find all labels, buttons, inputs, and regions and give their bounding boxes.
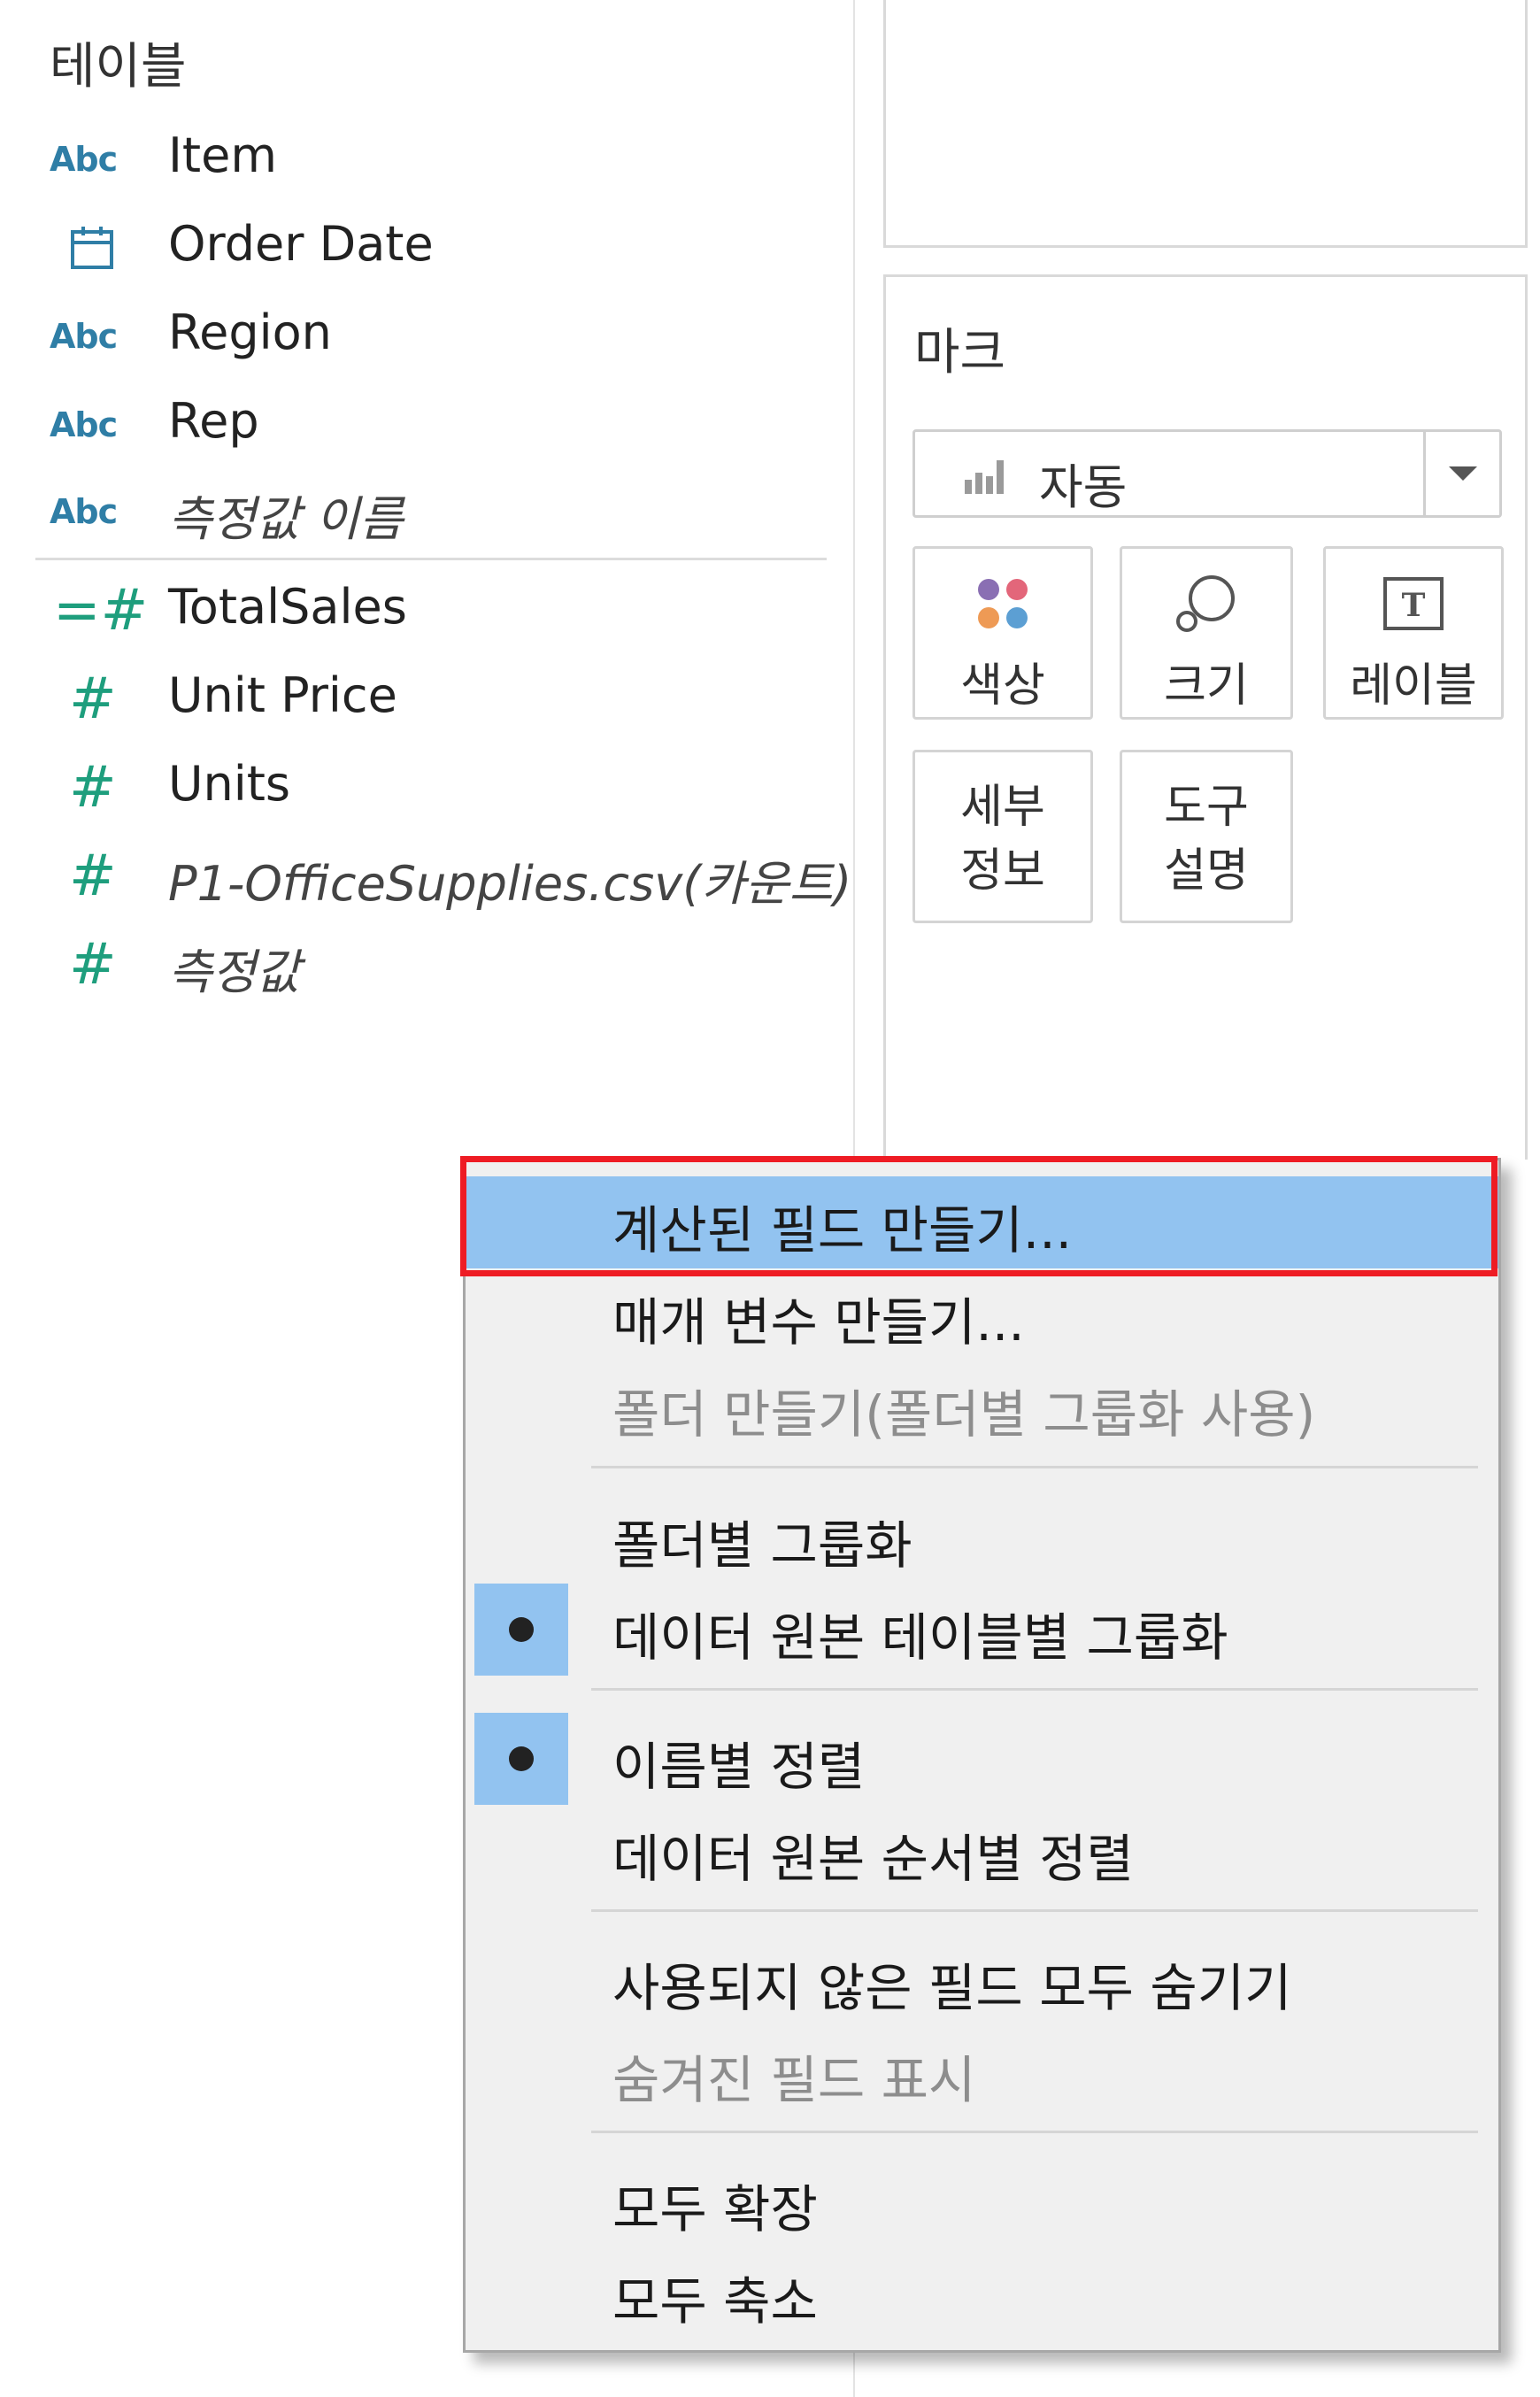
tooltip-button-label: 도구 설명: [1164, 781, 1249, 898]
field-label: Order Date: [168, 216, 434, 272]
field-label: Region: [168, 304, 332, 360]
svg-text:T: T: [1402, 587, 1426, 624]
menu-item-label: 이름별 정렬: [612, 1737, 866, 1797]
chevron-down-icon[interactable]: [1423, 432, 1499, 515]
menu-item-sort-by-data-source-order[interactable]: 데이터 원본 순서별 정렬: [466, 1805, 1498, 1897]
marks-card-title: 마크: [914, 324, 1006, 382]
field-label: 측정값 이름: [168, 491, 404, 547]
menu-item-collapse-all[interactable]: 모두 축소: [466, 2247, 1498, 2339]
menu-item-label: 계산된 필드 만들기...: [612, 1200, 1073, 1260]
field-label: TotalSales: [168, 579, 407, 635]
field-label: Rep: [168, 393, 259, 449]
menu-item-label: 폴더별 그룹화: [612, 1515, 912, 1576]
calendar-icon: [50, 204, 138, 292]
menu-item-label: 데이터 원본 테이블별 그룹화: [612, 1607, 1228, 1668]
field-measure-values[interactable]: # 측정값: [0, 921, 853, 1009]
mark-type-dropdown[interactable]: 자동: [912, 429, 1502, 518]
table-section-title: 테이블: [50, 38, 187, 96]
menu-separator: [591, 1909, 1478, 1912]
filters-card[interactable]: [883, 0, 1528, 248]
size-button[interactable]: 크기: [1120, 546, 1293, 720]
field-rep[interactable]: Abc Rep: [0, 381, 853, 469]
color-button-label: 색상: [960, 659, 1045, 713]
tooltip-button[interactable]: 도구 설명: [1120, 750, 1293, 923]
radio-selected-icon: [474, 1584, 568, 1676]
text-label-icon: T: [1326, 568, 1501, 639]
dimension-measure-divider: [35, 558, 827, 560]
field-label: P1-OfficeSupplies.csv(카운트): [168, 856, 852, 912]
size-icon: [1122, 568, 1290, 639]
field-record-count[interactable]: # P1-OfficeSupplies.csv(카운트): [0, 832, 853, 921]
menu-item-label: 데이터 원본 순서별 정렬: [612, 1829, 1134, 1889]
field-order-date[interactable]: Order Date: [0, 204, 853, 292]
field-measure-names[interactable]: Abc 측정값 이름: [0, 467, 853, 556]
marks-card: 마크 자동 색상 크기 T 레이블 세부 정보 도구 설명: [883, 274, 1528, 1160]
field-units[interactable]: # Units: [0, 744, 853, 832]
label-button-label: 레이블: [1350, 659, 1477, 713]
number-icon: #: [69, 755, 117, 821]
mark-type-label: 자동: [1039, 459, 1128, 515]
menu-separator: [591, 2131, 1478, 2133]
menu-item-label: 모두 확장: [612, 2179, 818, 2239]
menu-item-label: 사용되지 않은 필드 모두 숨기기: [612, 1958, 1292, 2018]
menu-item-create-folder: 폴더 만들기(폴더별 그룹화 사용): [466, 1360, 1498, 1453]
abc-string-icon: Abc: [50, 405, 118, 444]
field-region[interactable]: Abc Region: [0, 292, 853, 381]
bar-chart-icon: [965, 460, 1004, 494]
menu-item-label: 모두 축소: [612, 2271, 818, 2331]
field-label: Unit Price: [168, 667, 397, 723]
menu-item-label: 매개 변수 만들기...: [612, 1292, 1025, 1353]
field-label: Item: [168, 127, 277, 183]
menu-item-expand-all[interactable]: 모두 확장: [466, 2155, 1498, 2247]
color-button[interactable]: 색상: [912, 546, 1093, 720]
menu-item-hide-all-unused-fields[interactable]: 사용되지 않은 필드 모두 숨기기: [466, 1934, 1498, 2026]
calculated-number-icon: =#: [53, 578, 149, 644]
menu-item-create-parameter[interactable]: 매개 변수 만들기...: [466, 1268, 1498, 1360]
field-label: Units: [168, 756, 291, 812]
radio-selected-icon: [474, 1713, 568, 1805]
detail-button[interactable]: 세부 정보: [912, 750, 1093, 923]
number-icon: #: [69, 667, 117, 732]
menu-item-label: 숨겨진 필드 표시: [612, 2050, 976, 2110]
number-icon: #: [69, 932, 117, 998]
number-icon: #: [69, 844, 117, 909]
abc-string-icon: Abc: [50, 140, 118, 179]
menu-item-sort-by-name[interactable]: 이름별 정렬: [466, 1713, 1498, 1805]
menu-item-create-calculated-field[interactable]: 계산된 필드 만들기...: [466, 1176, 1498, 1268]
menu-item-group-by-data-source-table[interactable]: 데이터 원본 테이블별 그룹화: [466, 1584, 1498, 1676]
menu-item-label: 폴더 만들기(폴더별 그룹화 사용): [612, 1384, 1316, 1445]
menu-item-show-hidden-fields: 숨겨진 필드 표시: [466, 2026, 1498, 2118]
menu-item-group-by-folder[interactable]: 폴더별 그룹화: [466, 1491, 1498, 1584]
menu-separator: [591, 1688, 1478, 1691]
size-button-label: 크기: [1164, 659, 1249, 713]
context-menu: 계산된 필드 만들기... 매개 변수 만들기... 폴더 만들기(폴더별 그룹…: [463, 1158, 1501, 2353]
field-unit-price[interactable]: # Unit Price: [0, 655, 853, 744]
abc-string-icon: Abc: [50, 492, 118, 531]
field-totalsales[interactable]: =# TotalSales: [0, 566, 853, 655]
detail-button-label: 세부 정보: [960, 781, 1045, 898]
label-button[interactable]: T 레이블: [1323, 546, 1504, 720]
field-label: 측정값: [168, 944, 301, 1000]
color-palette-icon: [915, 568, 1090, 639]
field-item[interactable]: Abc Item: [0, 115, 853, 204]
abc-string-icon: Abc: [50, 317, 118, 356]
menu-separator: [591, 1466, 1478, 1468]
